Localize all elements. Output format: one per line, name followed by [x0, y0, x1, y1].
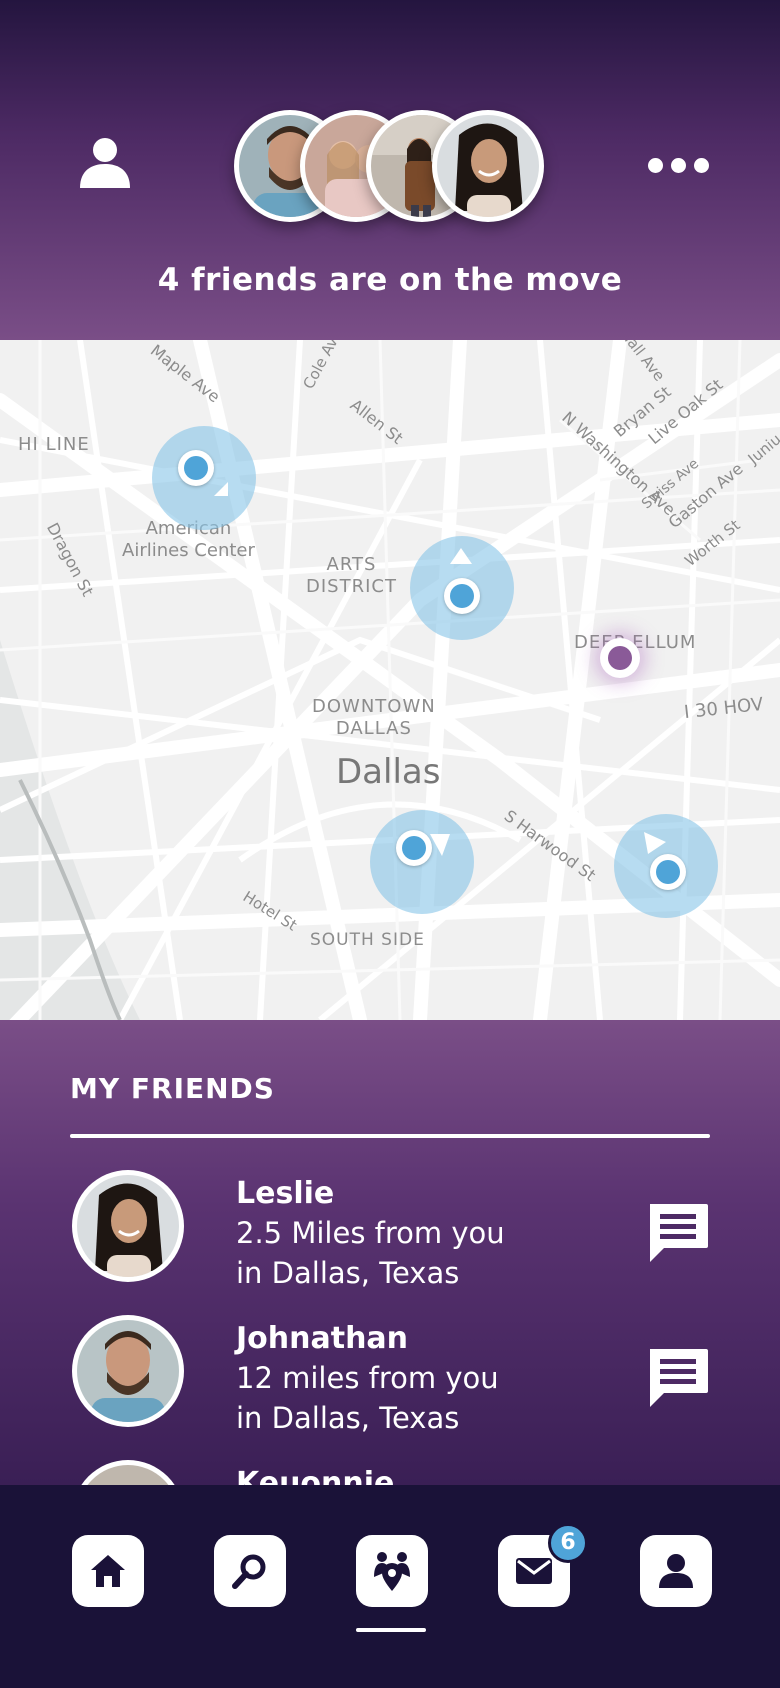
avatar: [72, 1170, 184, 1282]
avatar-keuonnie: [77, 1465, 179, 1485]
heading-arrow-icon: [644, 832, 666, 854]
friend-location-dot: [178, 450, 214, 486]
tab-search[interactable]: [214, 1535, 286, 1607]
header-caption: 4 friends are on the move: [157, 262, 623, 298]
divider: [70, 1134, 710, 1138]
friend-location-dot: [396, 830, 432, 866]
friend-distance: 2.5 Miles from you: [236, 1216, 505, 1250]
avatar-leslie: [77, 1175, 179, 1277]
friends-map[interactable]: HI LINE American Airlines Center ARTS DI…: [0, 340, 780, 1020]
chat-icon: [650, 1349, 708, 1407]
map-label-dallas: Dallas: [336, 752, 441, 792]
friend-name: Leslie: [236, 1176, 335, 1211]
profile-icon: [659, 1554, 693, 1588]
avatar-johnathan: [77, 1320, 179, 1422]
tab-friends-map[interactable]: [356, 1535, 428, 1607]
my-location-dot[interactable]: [600, 638, 640, 678]
friend-map-pin[interactable]: [614, 814, 718, 918]
more-options-button[interactable]: [648, 150, 712, 180]
more-dot: [694, 157, 709, 173]
tab-profile[interactable]: [640, 1535, 712, 1607]
heading-arrow-icon: [214, 482, 228, 496]
profile-button[interactable]: [78, 136, 132, 190]
active-tab-indicator: [356, 1628, 426, 1632]
map-label-downtown-dallas: DOWNTOWN DALLAS: [312, 696, 436, 739]
my-friends-panel: MY FRIENDS Leslie 2.5 Miles from you in …: [0, 1020, 780, 1485]
mail-icon: [516, 1558, 552, 1584]
friend-map-pin[interactable]: [370, 810, 474, 914]
friend-distance: 12 miles from you: [236, 1361, 499, 1395]
avatar: [72, 1460, 184, 1485]
section-title: MY FRIENDS: [70, 1072, 275, 1105]
friend-location-dot: [444, 578, 480, 614]
unread-messages-badge: 6: [548, 1523, 588, 1563]
avatar-leslie: [437, 115, 539, 217]
friend-list-item[interactable]: Leslie 2.5 Miles from you in Dallas, Tex…: [0, 1170, 780, 1294]
message-button[interactable]: [646, 1202, 710, 1264]
friend-map-pin[interactable]: [152, 426, 256, 530]
tab-home[interactable]: [72, 1535, 144, 1607]
avatar: [72, 1315, 184, 1427]
header: 4 friends are on the move: [0, 0, 780, 340]
avatar[interactable]: [432, 110, 544, 222]
map-label-hi-line: HI LINE: [18, 434, 90, 455]
heading-arrow-icon: [450, 548, 472, 564]
message-button[interactable]: [646, 1347, 710, 1409]
friend-location-dot: [650, 854, 686, 890]
friend-location: in Dallas, Texas: [236, 1256, 460, 1290]
chat-icon: [650, 1204, 708, 1262]
friends-map-icon: [374, 1552, 410, 1591]
heading-arrow-icon: [430, 834, 450, 856]
friend-map-pin[interactable]: [410, 536, 514, 640]
search-icon: [232, 1554, 266, 1589]
friend-list-item[interactable]: Johnathan 12 miles from you in Dallas, T…: [0, 1315, 780, 1439]
friend-name: Johnathan: [236, 1321, 409, 1356]
friend-location: in Dallas, Texas: [236, 1401, 460, 1435]
user-icon: [80, 138, 130, 188]
friend-name: Keuonnie: [236, 1466, 395, 1485]
active-friends-avatars[interactable]: [234, 110, 554, 222]
more-dot: [648, 157, 663, 173]
more-dot: [671, 157, 686, 173]
map-label-arts-district: ARTS DISTRICT: [306, 554, 397, 597]
map-label-south-side: SOUTH SIDE: [310, 930, 425, 950]
bottom-tab-bar: 6: [0, 1485, 780, 1688]
home-icon: [91, 1555, 125, 1587]
friend-list-item[interactable]: Keuonnie: [0, 1460, 780, 1485]
